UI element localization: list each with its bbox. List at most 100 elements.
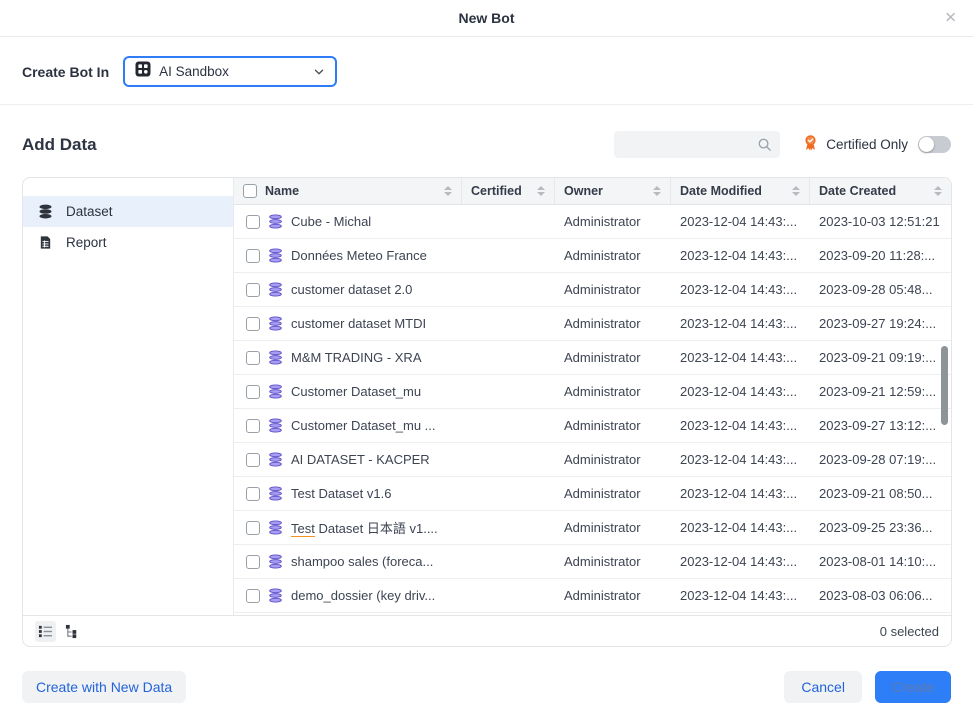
row-checkbox[interactable] <box>246 249 260 263</box>
certified-only-label: Certified Only <box>826 137 908 152</box>
sort-arrows-icon[interactable] <box>786 186 800 196</box>
sidebar-item-dataset[interactable]: Dataset <box>23 196 233 227</box>
cancel-button[interactable]: Cancel <box>784 671 862 703</box>
dataset-name: M&M TRADING - XRA <box>291 350 422 365</box>
create-bot-in-row: Create Bot In AI Sandbox <box>0 37 973 105</box>
owner-cell: Administrator <box>555 214 671 229</box>
dataset-table: NameCertified Owner Date Modified Date Crea… <box>234 178 951 615</box>
date-created-cell: 2023-09-21 12:59:... <box>810 384 951 399</box>
table-row[interactable]: shampoo sales (foreca...Administrator202… <box>234 545 951 579</box>
row-checkbox[interactable] <box>246 487 260 501</box>
row-checkbox[interactable] <box>246 521 260 535</box>
column-header-owner[interactable]: Owner <box>555 178 671 204</box>
sort-arrows-icon[interactable] <box>647 186 661 196</box>
table-row[interactable]: Test Dataset v1.6 Administrator2023-12-04… <box>234 477 951 511</box>
sort-arrows-icon[interactable] <box>928 186 942 196</box>
owner-cell: Administrator <box>555 316 671 331</box>
modal-header: New Bot ✕ <box>0 0 973 37</box>
name-cell: M&M TRADING - XRA <box>234 350 462 365</box>
table-row[interactable]: Données Meteo FranceAdministrator2023-12… <box>234 239 951 273</box>
name-cell: Test Dataset v1.6 <box>234 486 462 501</box>
list-view-button[interactable] <box>35 621 56 642</box>
dataset-icon <box>268 214 283 229</box>
column-header-date-modified[interactable]: Date Modified <box>671 178 810 204</box>
row-checkbox[interactable] <box>246 385 260 399</box>
row-checkbox[interactable] <box>246 283 260 297</box>
table-row[interactable]: customer dataset MTDIAdministrator2023-1… <box>234 307 951 341</box>
date-created-cell: 2023-08-03 06:06... <box>810 588 951 603</box>
row-checkbox[interactable] <box>246 419 260 433</box>
date-created-cell: 2023-09-25 23:36... <box>810 520 951 535</box>
row-checkbox[interactable] <box>246 215 260 229</box>
date-modified-cell: 2023-12-04 14:43:... <box>671 452 810 467</box>
owner-cell: Administrator <box>555 350 671 365</box>
table-body: Cube - MichalAdministrator2023-12-04 14:… <box>234 205 951 615</box>
vertical-scrollbar[interactable] <box>941 346 948 425</box>
owner-cell: Administrator <box>555 554 671 569</box>
column-header-date-created[interactable]: Date Created <box>810 178 951 204</box>
dataset-icon <box>268 588 283 603</box>
column-header-certified[interactable]: Certified <box>462 178 555 204</box>
table-row[interactable]: Test Dataset 日本語 v1....Administrator2023… <box>234 511 951 545</box>
toggle-knob <box>919 137 934 152</box>
date-modified-cell: 2023-12-04 14:43:... <box>671 214 810 229</box>
row-checkbox[interactable] <box>246 351 260 365</box>
highlighted-term: Test <box>291 486 315 501</box>
certified-only-toggle[interactable] <box>918 136 951 153</box>
owner-cell: Administrator <box>555 418 671 433</box>
tree-view-button[interactable] <box>62 621 83 642</box>
dataset-icon <box>268 520 283 535</box>
dataset-icon <box>268 452 283 467</box>
name-cell: Données Meteo France <box>234 248 462 263</box>
panel-body: Dataset Report NameCertified Owner Date Mod… <box>23 178 951 615</box>
row-checkbox[interactable] <box>246 555 260 569</box>
date-modified-cell: 2023-12-04 14:43:... <box>671 486 810 501</box>
report-icon <box>38 235 53 250</box>
table-row[interactable]: Cube - MichalAdministrator2023-12-04 14:… <box>234 205 951 239</box>
owner-cell: Administrator <box>555 520 671 535</box>
date-modified-cell: 2023-12-04 14:43:... <box>671 588 810 603</box>
select-all-checkbox[interactable] <box>243 184 257 198</box>
column-header-label: Owner <box>564 184 603 198</box>
create-button[interactable]: Create <box>875 671 951 703</box>
table-row[interactable]: Customer Dataset_mu ...Administrator2023… <box>234 409 951 443</box>
create-with-new-data-button[interactable]: Create with New Data <box>22 671 186 703</box>
sidebar-item-report[interactable]: Report <box>23 227 233 258</box>
name-cell: customer dataset 2.0 <box>234 282 462 297</box>
database-icon <box>38 204 53 219</box>
date-created-cell: 2023-09-20 11:28:... <box>810 248 951 263</box>
row-checkbox[interactable] <box>246 317 260 331</box>
row-checkbox[interactable] <box>246 589 260 603</box>
search-box <box>614 131 780 158</box>
date-created-cell: 2023-09-21 09:19:... <box>810 350 951 365</box>
certified-only-group: Certified Only <box>802 134 951 156</box>
date-modified-cell: 2023-12-04 14:43:... <box>671 384 810 399</box>
sandbox-app-icon <box>135 61 151 82</box>
table-row[interactable]: AI DATASET - KACPERAdministrator2023-12-… <box>234 443 951 477</box>
column-header-name[interactable]: Name <box>234 178 462 204</box>
table-row[interactable]: customer dataset 2.0Administrator2023-12… <box>234 273 951 307</box>
environment-select[interactable]: AI Sandbox <box>123 56 337 87</box>
sort-arrows-icon[interactable] <box>531 186 545 196</box>
add-data-row: Add Data Certified Only <box>0 105 973 179</box>
owner-cell: Administrator <box>555 588 671 603</box>
date-modified-cell: 2023-12-04 14:43:... <box>671 520 810 535</box>
date-created-cell: 2023-09-27 13:12:... <box>810 418 951 433</box>
row-checkbox[interactable] <box>246 453 260 467</box>
table-row[interactable]: Customer Dataset_muAdministrator2023-12-… <box>234 375 951 409</box>
data-type-sidebar: Dataset Report <box>23 178 234 615</box>
column-header-label: Date Modified <box>680 184 762 198</box>
date-modified-cell: 2023-12-04 14:43:... <box>671 350 810 365</box>
dataset-name: AI DATASET - KACPER <box>291 452 430 467</box>
selected-count: 0 selected <box>880 624 939 639</box>
sort-arrows-icon[interactable] <box>438 186 452 196</box>
table-row[interactable]: demo_dossier (key driv...Administrator20… <box>234 579 951 613</box>
owner-cell: Administrator <box>555 486 671 501</box>
close-icon[interactable]: ✕ <box>944 11 957 26</box>
dataset-name: Données Meteo France <box>291 248 427 263</box>
table-row[interactable]: M&M TRADING - XRA Administrator2023-12-04… <box>234 341 951 375</box>
date-created-cell: 2023-08-01 14:10:... <box>810 554 951 569</box>
search-input[interactable] <box>614 131 780 158</box>
sidebar-item-label: Dataset <box>66 204 113 219</box>
search-icon <box>757 137 772 152</box>
